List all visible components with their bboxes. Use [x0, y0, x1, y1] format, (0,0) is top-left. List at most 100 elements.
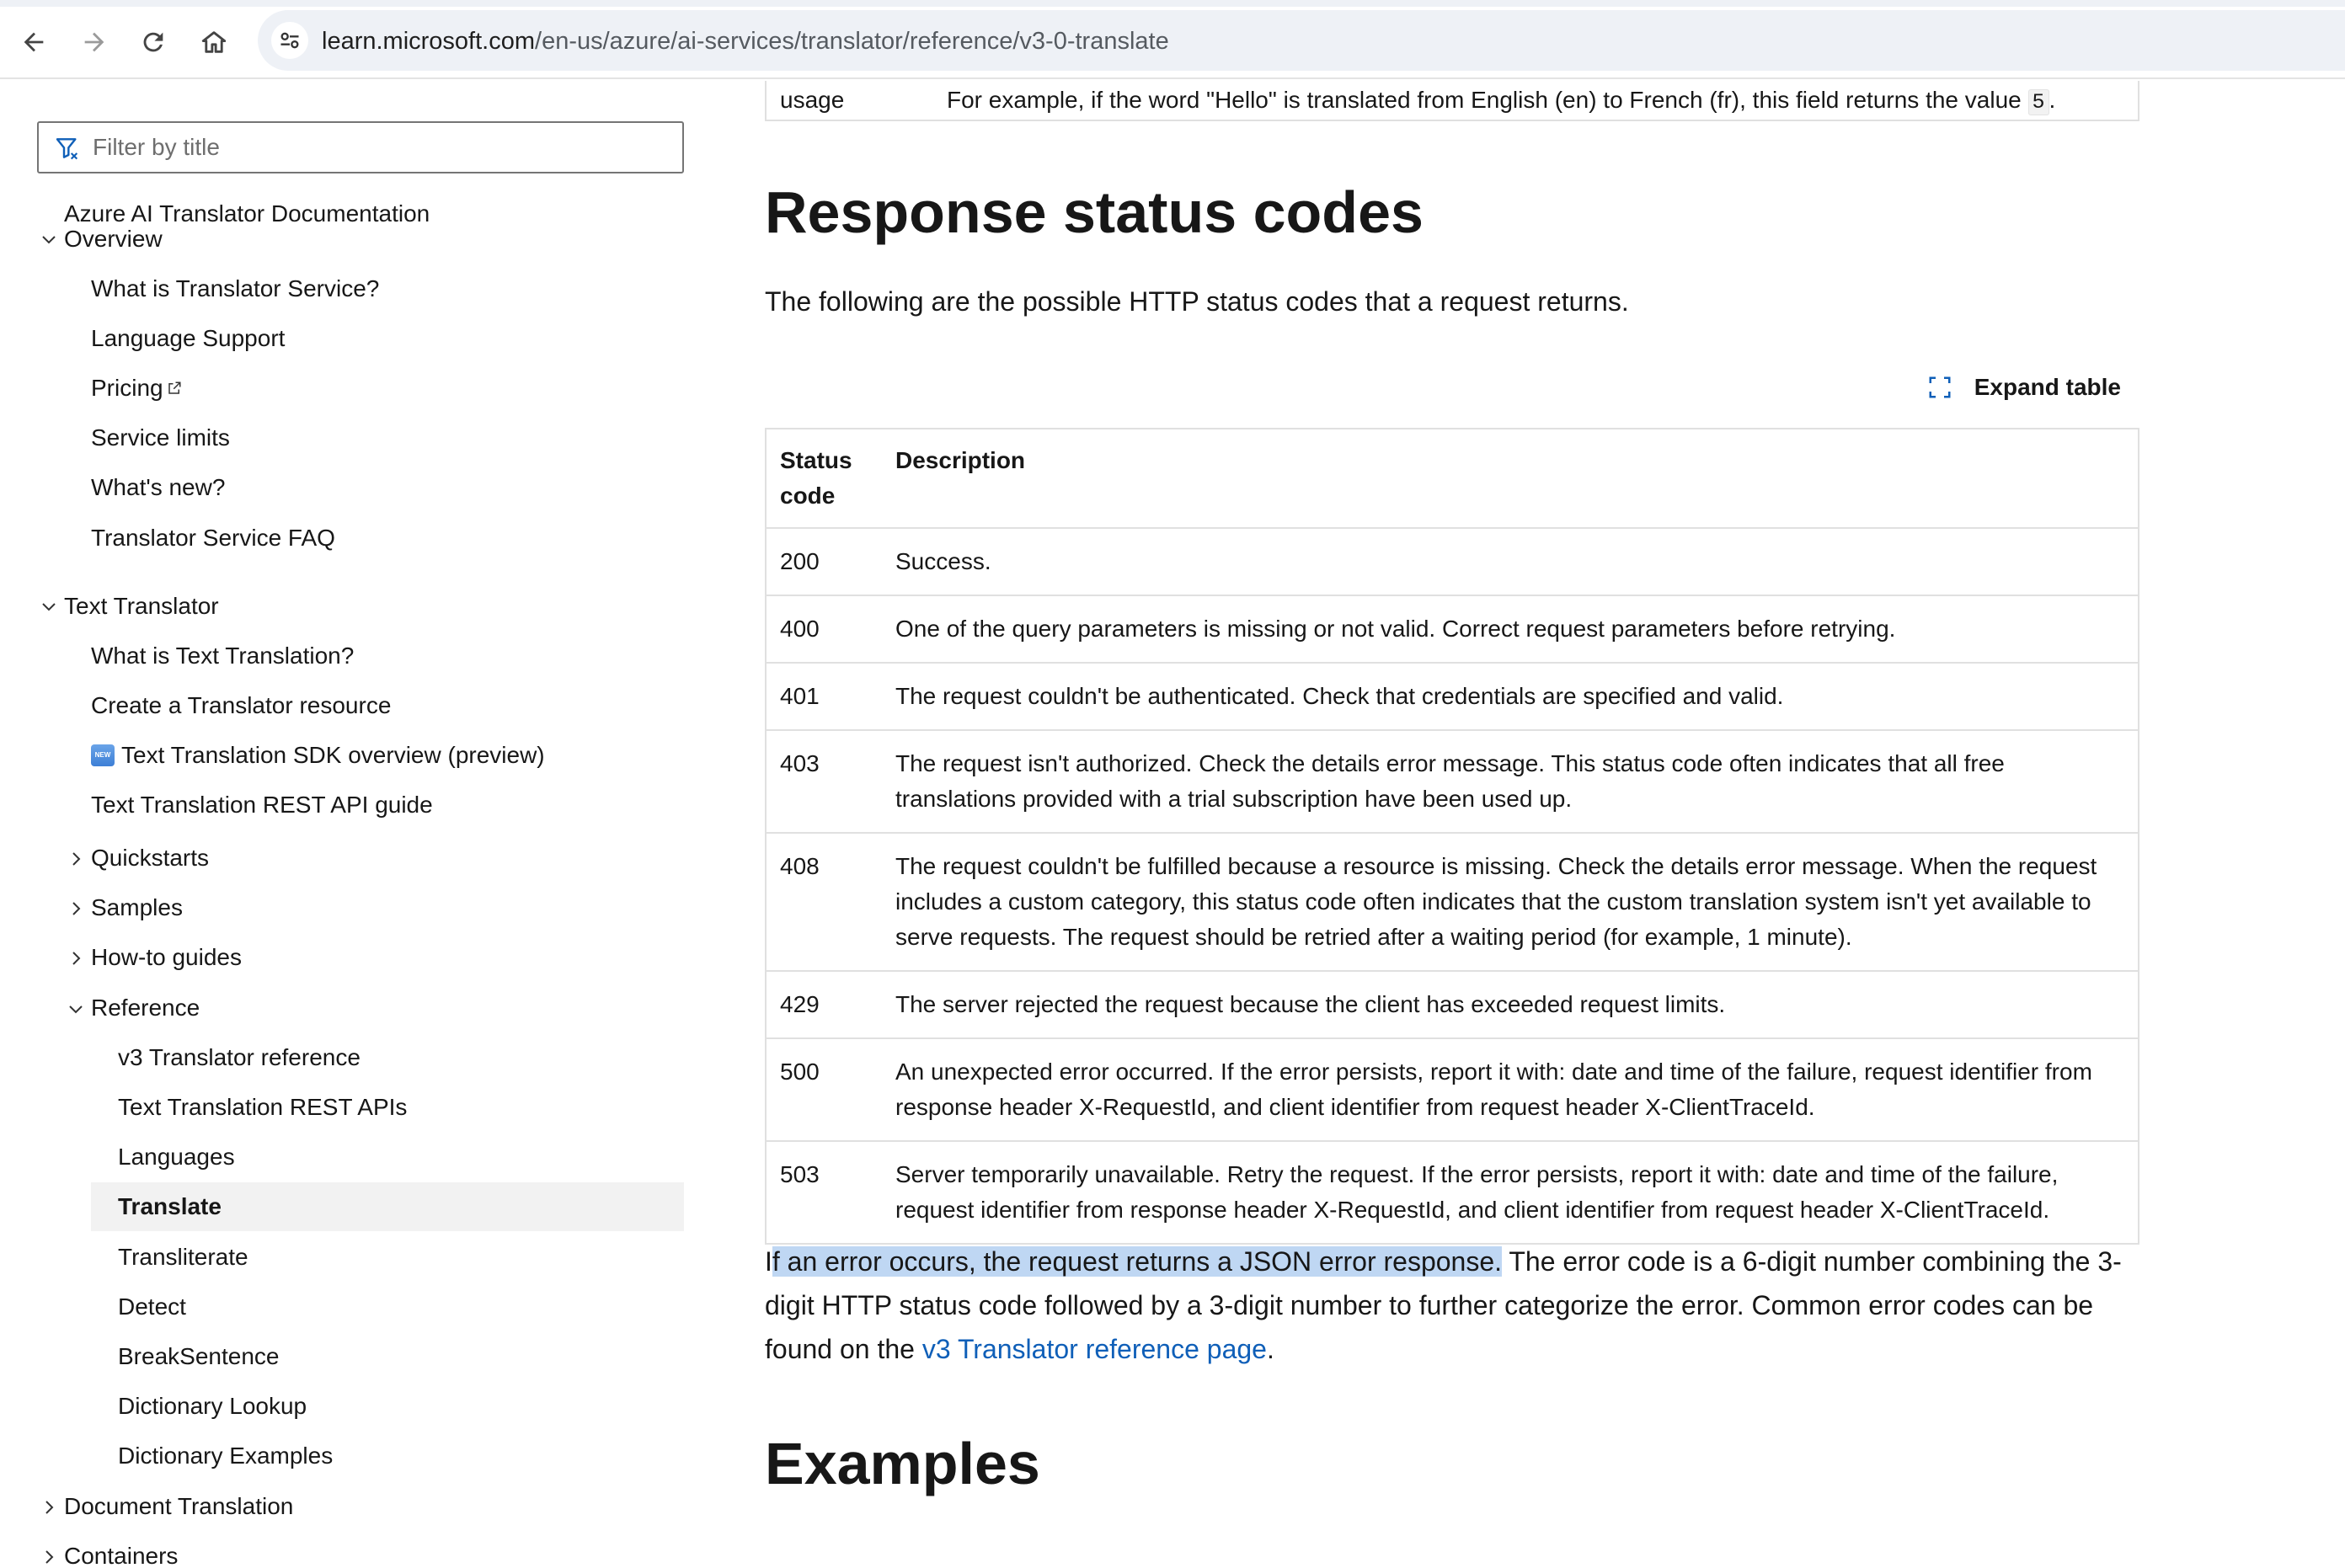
toc-item-reference[interactable]: Reference [91, 984, 200, 1032]
chevron-down-icon[interactable] [39, 229, 59, 249]
chevron-down-icon[interactable] [66, 999, 86, 1019]
description-cell: The request isn't authorized. Check the … [882, 730, 2139, 834]
toc-item-label: Quickstarts [91, 845, 210, 871]
toc-sidebar: Azure AI Translator Documentation Overvi… [0, 81, 708, 1568]
url-path: /en-us/azure/ai-services/translator/refe… [535, 28, 1169, 55]
toc-item-create-translator-resource[interactable]: Create a Translator resource [91, 681, 391, 730]
toc-item-how-to-guides[interactable]: How-to guides [91, 933, 242, 982]
toc-item-label: What's new? [91, 474, 226, 500]
url-text[interactable]: learn.microsoft.com/en-us/azure/ai-servi… [322, 27, 1169, 56]
toc-item-label: How-to guides [91, 944, 242, 970]
table-row: 400 One of the query parameters is missin… [766, 595, 2139, 664]
site-info-button[interactable] [271, 22, 308, 59]
toc-item-text-translation-rest-api-guide[interactable]: Text Translation REST API guide [91, 781, 433, 829]
address-bar[interactable]: learn.microsoft.com/en-us/azure/ai-servi… [258, 10, 2345, 71]
expand-table-button[interactable]: Expand table [1927, 369, 2121, 406]
toc-item-label: What is Translator Service? [91, 275, 380, 301]
reload-button[interactable] [131, 20, 175, 64]
toc-item-label: Dictionary Lookup [118, 1393, 307, 1419]
toc-item-breaksentence[interactable]: BreakSentence [118, 1332, 279, 1381]
description-end: . [2049, 87, 2056, 113]
section-heading-examples: Examples [765, 1431, 1040, 1496]
status-codes-table: Status code Description 200 Success. 400 On… [765, 428, 2139, 1245]
toc-item-service-limits[interactable]: Service limits [91, 413, 230, 462]
table-row: 429 The server rejected the request becau… [766, 971, 2139, 1039]
toc-item-translate[interactable]: Translate [91, 1182, 684, 1231]
chevron-right-icon[interactable] [66, 899, 86, 919]
home-button[interactable] [192, 20, 236, 64]
toc-item-label: Detect [118, 1293, 186, 1320]
selected-text: f an error occurs, the request returns a… [772, 1246, 1503, 1277]
toc-item-dictionary-lookup[interactable]: Dictionary Lookup [118, 1382, 307, 1431]
v3-translator-reference-link[interactable]: v3 Translator reference page [922, 1334, 1267, 1364]
status-code-cell: 503 [766, 1141, 882, 1245]
toc-item-what-is-translator-service[interactable]: What is Translator Service? [91, 264, 379, 313]
status-code-cell: 429 [766, 971, 882, 1039]
toc-item-pricing[interactable]: Pricing [91, 364, 182, 413]
description-cell: Server temporarily unavailable. Retry th… [882, 1141, 2139, 1245]
toc-item-quickstarts[interactable]: Quickstarts [91, 834, 209, 883]
description-cell: An unexpected error occurred. If the err… [882, 1038, 2139, 1142]
status-code-cell: 400 [766, 595, 882, 664]
description-cell: The request couldn't be authenticated. C… [882, 663, 2139, 731]
toc-item-label: Text Translation REST APIs [118, 1094, 408, 1120]
tune-icon [280, 32, 299, 49]
header-text: code [780, 483, 836, 509]
reload-icon [143, 32, 163, 52]
filter-icon [56, 138, 78, 160]
column-header-description: Description [882, 429, 2139, 529]
toc-item-overview[interactable]: Overview [64, 215, 163, 264]
external-link-icon [168, 381, 181, 394]
toc-item-document-translation[interactable]: Document Translation [64, 1482, 293, 1531]
table-row: 503 Server temporarily unavailable. Retry… [766, 1141, 2139, 1245]
previous-table-row: usage For example, if the word "Hello" i… [765, 81, 2139, 121]
chevron-right-icon[interactable] [66, 948, 86, 968]
toc-item-transliterate[interactable]: Transliterate [118, 1233, 248, 1282]
toc-item-v3-translator-reference[interactable]: v3 Translator reference [118, 1033, 361, 1082]
status-code-cell: 200 [766, 528, 882, 596]
intro-text: The following are the possible HTTP stat… [765, 286, 1629, 317]
chevron-down-icon[interactable] [39, 596, 59, 616]
forward-button[interactable] [72, 20, 116, 64]
toc-item-languages[interactable]: Languages [118, 1133, 235, 1181]
paragraph-lead-char: I [765, 1246, 772, 1277]
toc-item-label: Reference [91, 995, 200, 1021]
table-header-row: Status code Description [766, 429, 2139, 529]
new-badge-icon: NEW [91, 744, 115, 766]
toc-item-containers[interactable]: Containers [64, 1532, 178, 1568]
description-cell: The server rejected the request because … [882, 971, 2139, 1039]
arrow-left-icon [24, 32, 44, 52]
status-code-cell: 500 [766, 1038, 882, 1142]
toc-item-text-translation-rest-apis[interactable]: Text Translation REST APIs [118, 1083, 407, 1132]
chevron-right-icon[interactable] [39, 1547, 59, 1567]
status-code-cell: 403 [766, 730, 882, 834]
toc-item-what-is-text-translation[interactable]: What is Text Translation? [91, 632, 354, 680]
url-host: learn.microsoft.com [322, 28, 536, 55]
toc-item-label: Overview [64, 226, 163, 252]
toc-item-label: What is Text Translation? [91, 643, 355, 669]
toc-item-label: Create a Translator resource [91, 692, 392, 718]
toc-item-text-translator[interactable]: Text Translator [64, 582, 219, 631]
home-icon [201, 31, 227, 53]
table-row: 500 An unexpected error occurred. If the … [766, 1038, 2139, 1142]
toc-item-label: Text Translation SDK overview (preview) [121, 742, 545, 768]
toc-item-detect[interactable]: Detect [118, 1283, 186, 1331]
toc-item-dictionary-examples[interactable]: Dictionary Examples [118, 1432, 333, 1480]
chevron-right-icon[interactable] [39, 1497, 59, 1517]
toc-item-label: Service limits [91, 424, 230, 451]
header-text: Status [780, 447, 852, 473]
toc-item-whats-new[interactable]: What's new? [91, 463, 225, 512]
toc-item-text-translation-sdk-overview[interactable]: NEW Text Translation SDK overview (previ… [91, 731, 545, 780]
toc-item-label: Samples [91, 894, 183, 920]
toc-item-samples[interactable]: Samples [91, 883, 183, 932]
section-heading-response-status-codes: Response status codes [765, 179, 1424, 245]
filter-box[interactable] [37, 121, 684, 173]
toc-item-translator-service-faq[interactable]: Translator Service FAQ [91, 514, 335, 563]
toc-item-language-support[interactable]: Language Support [91, 314, 285, 363]
back-button[interactable] [12, 20, 56, 64]
toc-item-label: Dictionary Examples [118, 1443, 334, 1469]
toc-item-label: Document Translation [64, 1493, 294, 1519]
chevron-right-icon[interactable] [66, 849, 86, 869]
toc-item-label: Text Translator [64, 593, 219, 619]
filter-input[interactable] [93, 130, 665, 165]
